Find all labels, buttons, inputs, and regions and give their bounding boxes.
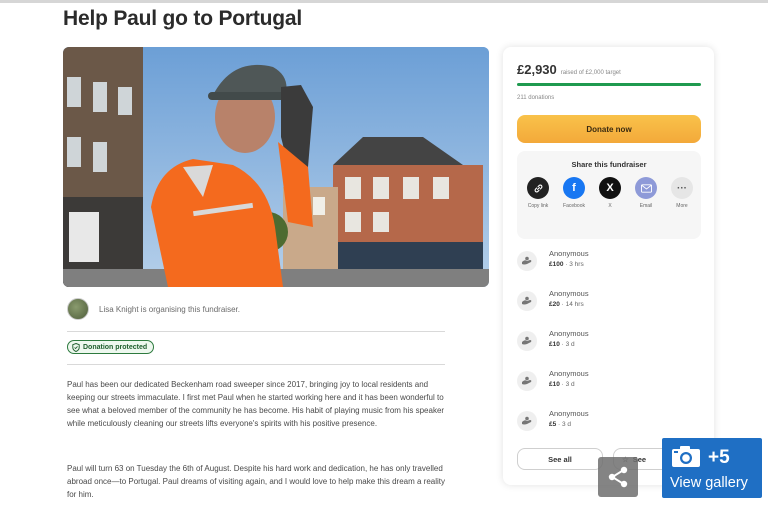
share-panel: Share this fundraiser Copy link f Facebo… [517, 151, 701, 239]
donor-amount-time: £10 · 3 d [549, 381, 575, 388]
raised-summary: £2,930 raised of £2,000 target [517, 62, 621, 77]
donation-hand-icon [517, 411, 537, 431]
donation-list-item: Anonymous £100 · 3 hrs [517, 247, 701, 279]
donor-amount-time: £10 · 3 d [549, 341, 575, 348]
x-icon: X [599, 177, 621, 199]
target-text: raised of £2,000 target [560, 70, 621, 76]
share-label: Facebook [563, 203, 585, 209]
share-overlay-button[interactable] [598, 457, 638, 497]
donation-list-item: Anonymous £5 · 3 d [517, 407, 701, 439]
donor-amount-time: £100 · 3 hrs [549, 261, 584, 268]
donor-name: Anonymous [549, 329, 589, 338]
donor-amount: £20 [549, 301, 560, 308]
share-copy-link-button[interactable]: Copy link [523, 177, 553, 209]
donations-count: 211 donations [517, 95, 555, 101]
organiser-avatar[interactable] [67, 298, 89, 320]
donate-now-button[interactable]: Donate now [517, 115, 701, 143]
gallery-count: +5 [708, 447, 730, 468]
shield-icon [72, 342, 80, 352]
share-label: X [608, 203, 612, 209]
story-paragraph: Paul has been our dedicated Beckenham ro… [67, 380, 445, 428]
share-x-button[interactable]: X X [595, 177, 625, 209]
donor-amount: £10 [549, 381, 560, 388]
camera-icon [672, 446, 700, 467]
share-label: More [676, 203, 688, 209]
donor-amount: £5 [549, 421, 557, 428]
donation-list-item: Anonymous £10 · 3 d [517, 367, 701, 399]
facebook-icon: f [563, 177, 585, 199]
donor-time: 3 d [562, 421, 572, 428]
donor-name: Anonymous [549, 409, 589, 418]
page-title: Help Paul go to Portugal [63, 7, 303, 30]
donor-amount-time: £5 · 3 d [549, 421, 572, 428]
donation-protected-label: Donation protected [83, 343, 148, 351]
share-icon [608, 466, 628, 488]
more-icon: ··· [671, 177, 693, 199]
see-all-button[interactable]: See all [517, 448, 603, 470]
raised-amount: £2,930 [517, 62, 557, 77]
organiser-info: Lisa Knight is organising this fundraise… [67, 298, 240, 320]
fundraiser-hero-image[interactable] [63, 47, 489, 287]
progress-bar [517, 83, 701, 86]
organiser-text: Lisa Knight is organising this fundraise… [99, 304, 240, 314]
share-more-button[interactable]: ··· More [667, 177, 697, 209]
donation-hand-icon [517, 251, 537, 271]
donor-amount: £10 [549, 341, 560, 348]
donation-card: £2,930 raised of £2,000 target 211 donat… [503, 47, 714, 485]
top-divider [0, 0, 768, 3]
email-icon [635, 177, 657, 199]
gallery-label: View gallery [670, 475, 748, 491]
donation-hand-icon [517, 291, 537, 311]
donor-time: 3 d [565, 341, 575, 348]
donation-list-item: Anonymous £10 · 3 d [517, 327, 701, 359]
donation-list-item: Anonymous £20 · 14 hrs [517, 287, 701, 319]
share-label: Email [639, 203, 653, 209]
share-facebook-button[interactable]: f Facebook [559, 177, 589, 209]
story-paragraph: Paul will turn 63 on Tuesday the 6th of … [67, 464, 445, 499]
share-email-button[interactable]: Email [631, 177, 661, 209]
donation-hand-icon [517, 331, 537, 351]
progress-fill [517, 83, 701, 86]
donor-time: 3 d [565, 381, 575, 388]
donor-time: 3 hrs [569, 261, 584, 268]
view-gallery-button[interactable]: +5 View gallery [662, 438, 762, 498]
divider [67, 331, 445, 332]
donor-time: 14 hrs [565, 301, 584, 308]
donor-name: Anonymous [549, 289, 589, 298]
divider [67, 364, 445, 365]
donor-amount: £100 [549, 261, 564, 268]
share-title: Share this fundraiser [571, 160, 647, 169]
donor-name: Anonymous [549, 369, 589, 378]
donor-amount-time: £20 · 14 hrs [549, 301, 584, 308]
donation-hand-icon [517, 371, 537, 391]
donor-name: Anonymous [549, 249, 589, 258]
share-label: Copy link [527, 203, 549, 209]
donation-protected-badge[interactable]: Donation protected [67, 340, 155, 354]
link-icon [527, 177, 549, 199]
